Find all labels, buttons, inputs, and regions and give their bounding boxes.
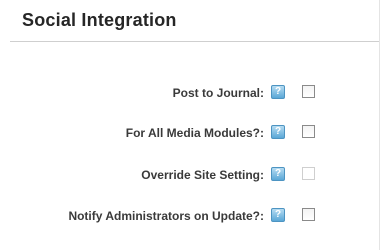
setting-row-notify-administrators: Notify Administrators on Update?: ? xyxy=(0,206,380,226)
override-site-setting-checkbox xyxy=(302,167,315,180)
title-divider xyxy=(10,41,380,42)
setting-row-override-site-setting: Override Site Setting: ? xyxy=(0,165,380,185)
setting-row-all-media-modules: For All Media Modules?: ? xyxy=(0,123,380,143)
help-icon[interactable]: ? xyxy=(271,125,285,139)
notify-administrators-checkbox[interactable] xyxy=(302,208,315,221)
setting-label: Post to Journal: xyxy=(172,86,264,100)
setting-label: Notify Administrators on Update?: xyxy=(68,209,264,223)
help-icon[interactable]: ? xyxy=(271,85,285,99)
setting-label: For All Media Modules?: xyxy=(125,126,264,140)
help-icon[interactable]: ? xyxy=(271,208,285,222)
setting-row-post-to-journal: Post to Journal: ? xyxy=(0,83,380,103)
setting-label: Override Site Setting: xyxy=(141,168,264,182)
post-to-journal-checkbox[interactable] xyxy=(302,85,315,98)
section-title: Social Integration xyxy=(22,10,177,30)
help-icon[interactable]: ? xyxy=(271,167,285,181)
all-media-modules-checkbox[interactable] xyxy=(302,125,315,138)
social-integration-panel: Social Integration Post to Journal: ? Fo… xyxy=(0,0,380,250)
